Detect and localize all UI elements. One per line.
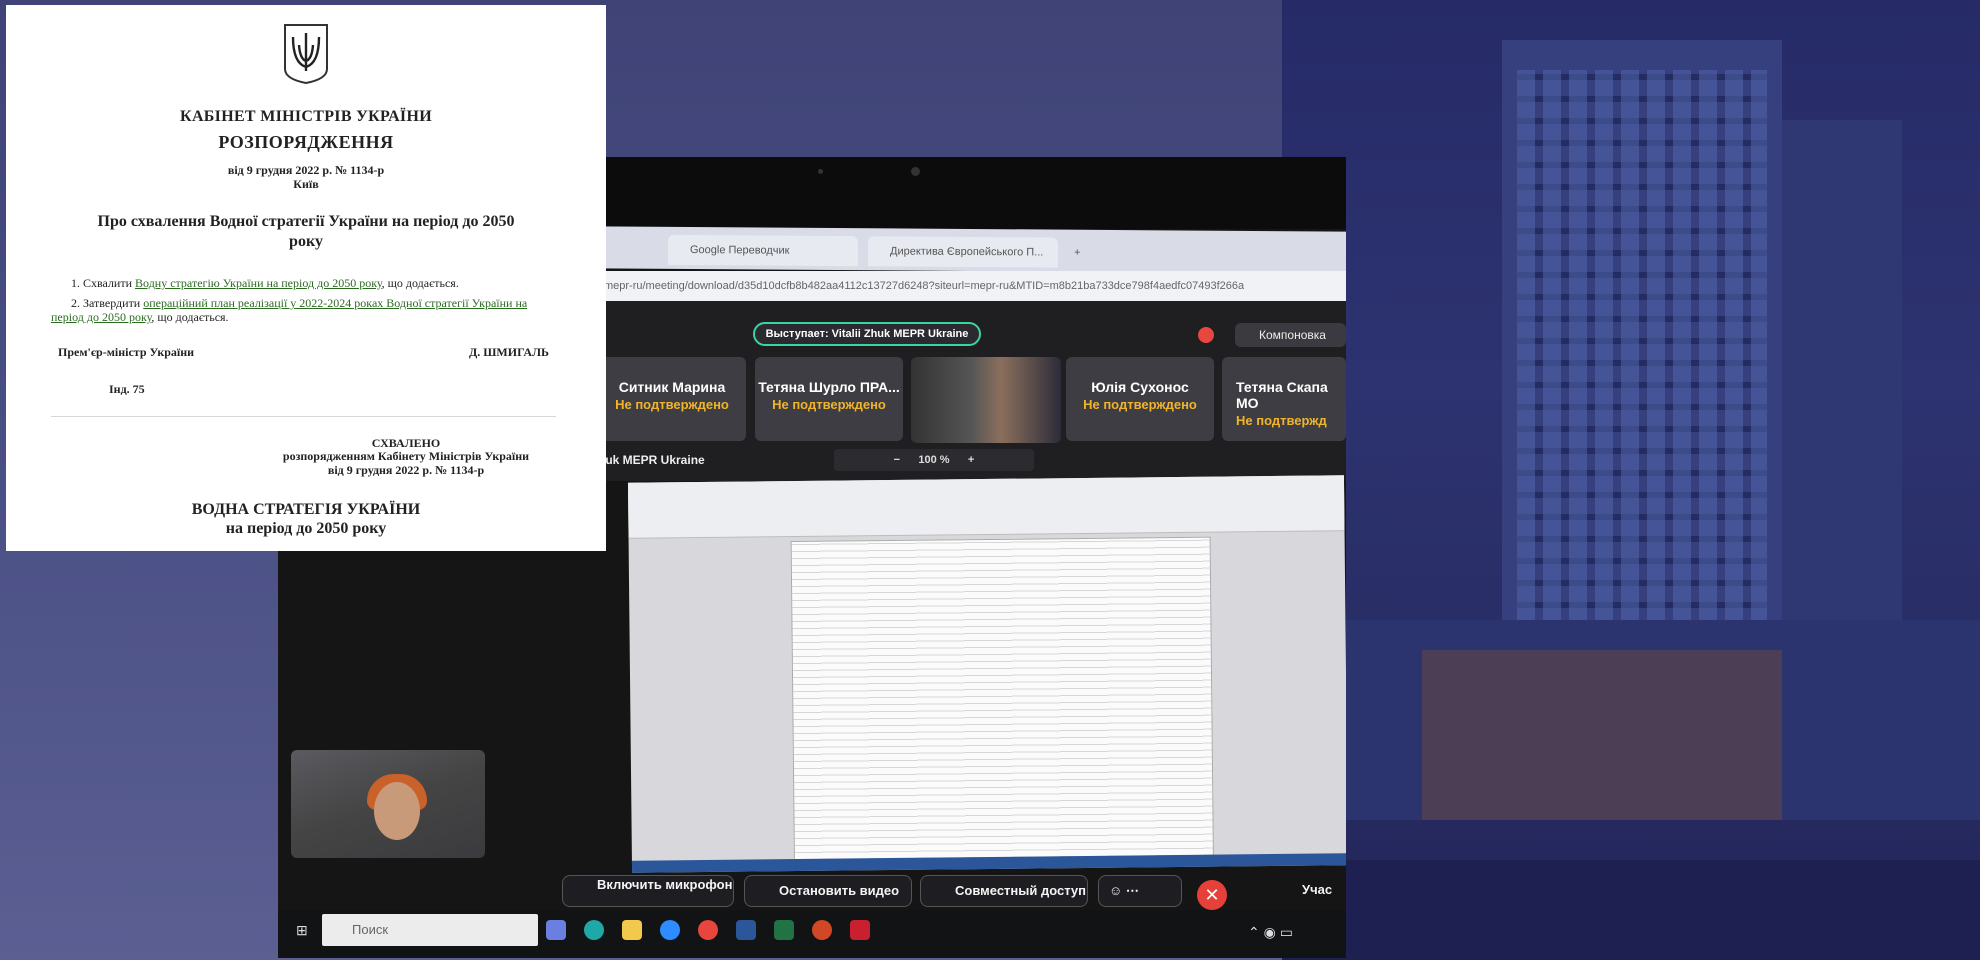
share-button[interactable]: Совместный доступ [920,875,1088,907]
participant-video-tile[interactable] [911,357,1061,443]
relief-wall [1422,650,1782,820]
participants-button[interactable]: Учас [1288,875,1346,907]
copilot-icon[interactable] [546,920,566,940]
word-status-bar [631,853,1346,873]
tower-windows [1517,70,1767,630]
signer-position: Прем'єр-міністр України [58,345,195,359]
browser-tab-bar: Google Переводчик Директива Європейськог… [598,226,1346,274]
participant-tile[interactable]: Тетяна Скапа МО Не подтвержд [1222,357,1346,441]
approved-date: від 9 грудня 2022 р. № 1134-р [327,463,485,477]
system-tray-icon[interactable]: ⌃ ◉ ▭ [1248,924,1293,941]
participant-tile[interactable]: Ситник Марина Не подтверждено [598,357,746,441]
windows-taskbar: ⊞ Поиск ⌃ ◉ ▭ [278,910,1346,958]
address-bar[interactable]: mepr-ru/meeting/download/d35d10dcfb8b482… [598,271,1346,301]
order-heading: РОЗПОРЯДЖЕННЯ [218,132,394,152]
windows-start-icon[interactable]: ⊞ [296,922,308,939]
self-camera-preview [291,750,485,858]
active-speaker-badge: Выступает: Vitalii Zhuk MEPR Ukraine [753,322,981,346]
acrobat-icon[interactable] [850,920,870,940]
strategy-title: ВОДНА СТРАТЕГІЯ УКРАЇНИ [191,501,421,518]
new-tab-button[interactable]: + [1068,238,1092,268]
record-icon[interactable] [1198,327,1214,343]
presenter-name: huk MEPR Ukraine [598,453,705,467]
government-order-document: КАБІНЕТ МІНІСТРІВ УКРАЇНИ РОЗПОРЯДЖЕННЯ … [6,5,606,551]
cabinet-heading: КАБІНЕТ МІНІСТРІВ УКРАЇНИ [180,108,432,125]
strategy-link[interactable]: Водну стратегію України на період до 205… [135,276,382,290]
order-title: Про схвалення Водної стратегії України н… [97,213,515,250]
approved-by: розпорядженням Кабінету Міністрів Україн… [282,449,530,463]
tower-side [1782,120,1902,680]
order-date: від 9 грудня 2022 р. № 1134-р [227,163,385,177]
powerpoint-icon[interactable] [812,920,832,940]
word-ribbon [627,475,1345,539]
edge-icon[interactable] [584,920,604,940]
divider [51,416,556,417]
camera-dot [818,169,823,174]
video-button[interactable]: Остановить видео [744,875,912,907]
tab-eu-directive[interactable]: Директива Європейського П... [868,236,1058,268]
order-item-1: 1. Схвалити Водну стратегію України на п… [71,276,459,290]
street [1282,860,1980,960]
mic-button[interactable]: Включить микрофон [562,875,734,907]
index-number: Інд. 75 [109,382,145,396]
building-photo [1282,0,1980,960]
trident-emblem-icon [284,24,328,85]
layout-button[interactable]: Компоновка [1235,323,1346,347]
signer-name: Д. ШМИГАЛЬ [469,345,549,359]
excel-icon[interactable] [774,920,794,940]
reactions-button[interactable]: ☺ ⋯ [1098,875,1182,907]
participant-tile[interactable]: Тетяна Шурло ПРА... Не подтверждено [755,357,903,441]
file-explorer-icon[interactable] [622,920,642,940]
tab-google-translate[interactable]: Google Переводчик [668,234,858,267]
participant-tile[interactable]: Юлія Сухонос Не подтверждено [1066,357,1214,441]
chrome-icon[interactable] [698,920,718,940]
meeting-controls: Включить микрофон Остановить видео Совме… [278,875,1346,915]
person-face [374,782,420,840]
taskbar-search[interactable]: Поиск [322,914,538,946]
zoom-icon[interactable] [660,920,680,940]
order-item-2: 2. Затвердити операційний план реалізаці… [51,296,528,324]
strategy-period: на період до 2050 року [225,520,387,537]
end-call-button[interactable]: ✕ [1197,880,1227,910]
word-page [790,536,1214,862]
word-icon[interactable] [736,920,756,940]
shared-word-document [627,475,1346,873]
order-city: Київ [293,177,319,191]
camera-lens [911,167,920,176]
zoom-level[interactable]: − 100 % + [834,449,1034,471]
